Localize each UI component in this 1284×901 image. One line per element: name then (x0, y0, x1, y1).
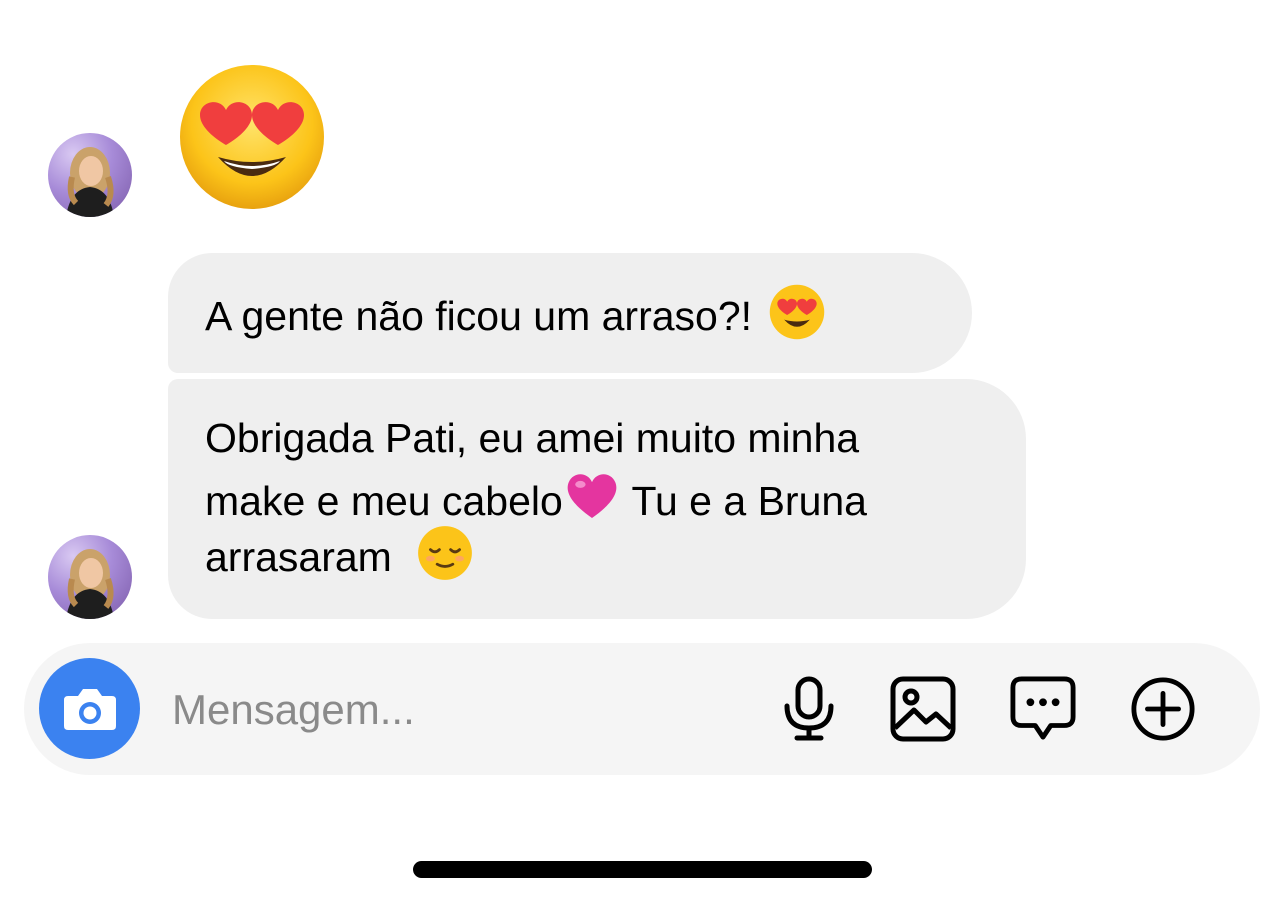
message-bubble[interactable]: Obrigada Pati, eu amei muito minha make … (168, 379, 1026, 619)
gallery-icon (890, 676, 956, 742)
sender-avatar[interactable] (48, 535, 132, 619)
sticker-chat-icon (1010, 676, 1076, 740)
message-text: arrasaram (205, 534, 392, 580)
microphone-icon (784, 676, 834, 741)
home-indicator[interactable] (413, 861, 872, 878)
message-text: Tu e a Bruna (620, 478, 867, 524)
message-composer (24, 643, 1260, 775)
heart-eyes-emoji-icon (769, 284, 825, 355)
sticker-chat-button[interactable] (1010, 676, 1076, 742)
message-text-line: Obrigada Pati, eu amei muito minha (205, 415, 860, 461)
dm-thread-screen: A gente não ficou um arraso?! Obrigada P… (0, 0, 1284, 901)
pink-heart-emoji-icon (563, 467, 621, 540)
message-text-line: make e meu cabelo Tu e a Bruna (205, 467, 1026, 525)
gallery-button[interactable] (890, 676, 956, 742)
message-input[interactable] (170, 679, 734, 741)
sender-avatar[interactable] (48, 133, 132, 217)
message-text: make e meu cabelo (205, 478, 563, 524)
camera-icon (63, 688, 116, 730)
camera-button[interactable] (39, 658, 140, 759)
heart-eyes-emoji-icon[interactable] (178, 63, 326, 211)
message-text: A gente não ficou um arraso?! (205, 293, 753, 339)
relieved-face-emoji-icon (417, 525, 473, 596)
plus-button[interactable] (1130, 676, 1196, 742)
plus-icon (1131, 677, 1195, 741)
microphone-button[interactable] (776, 676, 842, 742)
message-bubble[interactable]: A gente não ficou um arraso?! (168, 253, 972, 373)
